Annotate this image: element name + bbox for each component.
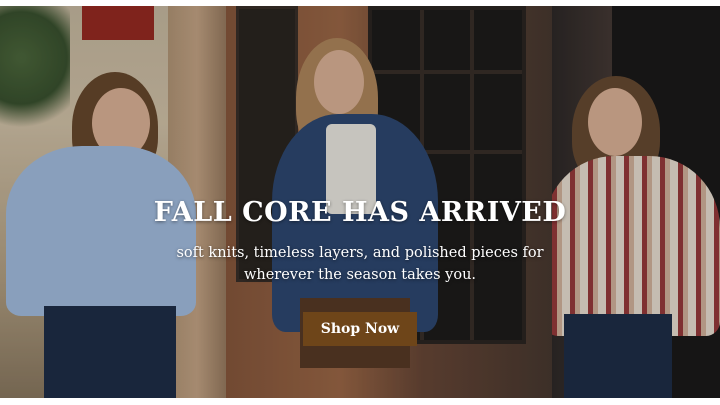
hero-subheadline-line-1: soft knits, timeless layers, and polishe…: [176, 245, 544, 261]
hero-subheadline: soft knits, timeless layers, and polishe…: [0, 242, 720, 286]
hero-subheadline-line-2: wherever the season takes you.: [243, 267, 477, 283]
hero-headline: FALL CORE HAS ARRIVED: [153, 197, 567, 228]
shop-now-button[interactable]: Shop Now: [303, 312, 417, 346]
hero-banner[interactable]: FALL CORE HAS ARRIVED soft knits, timele…: [0, 0, 720, 405]
